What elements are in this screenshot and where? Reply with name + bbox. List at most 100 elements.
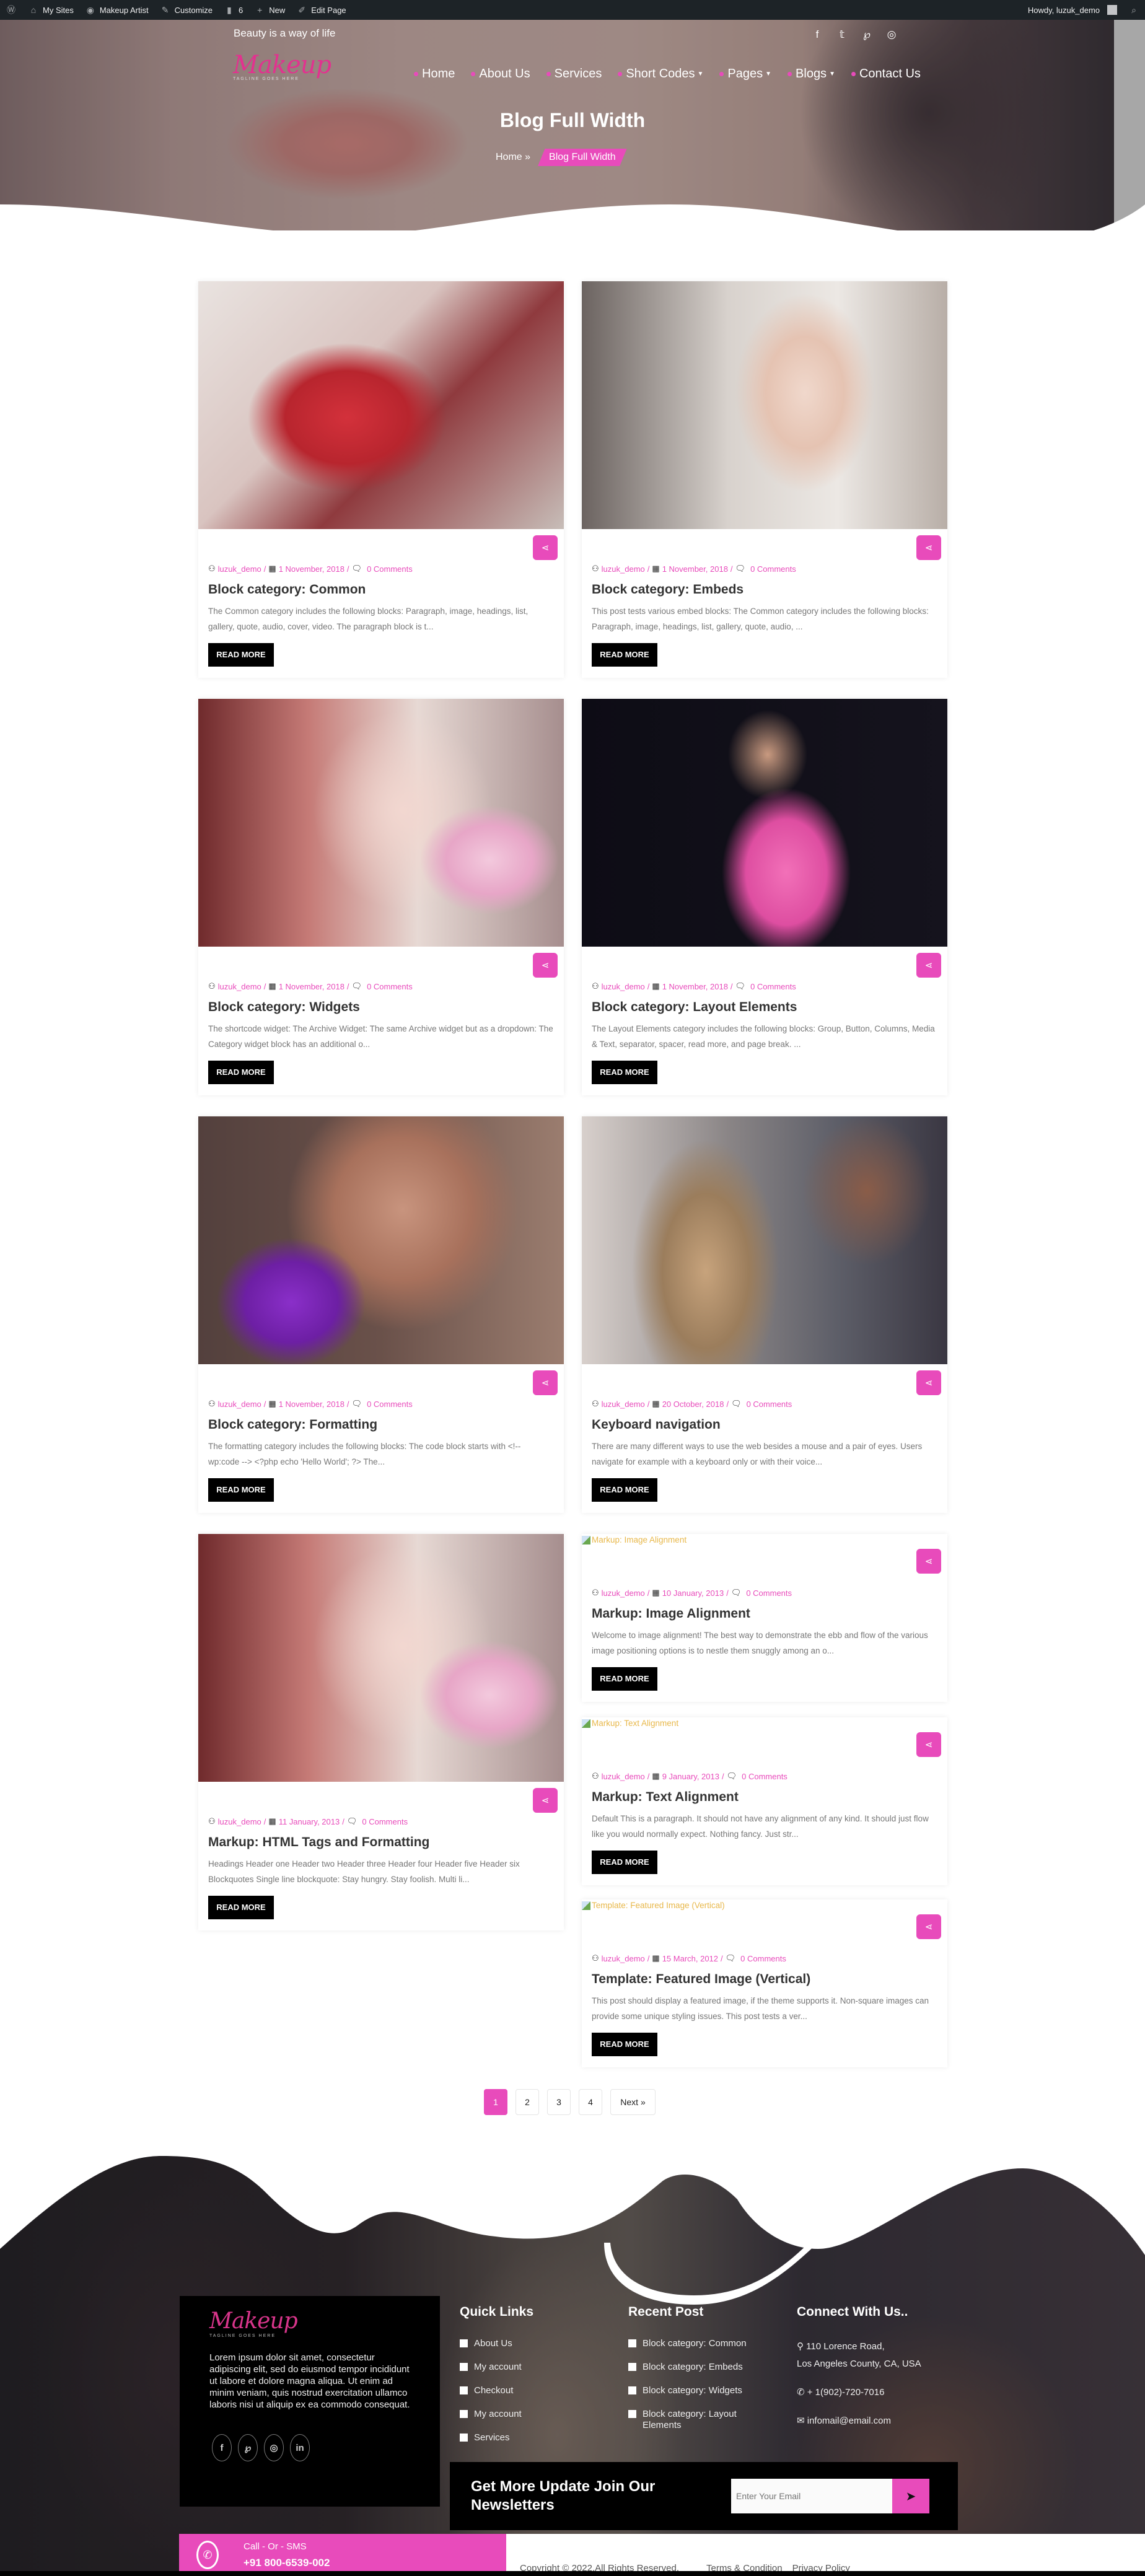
- post-comments[interactable]: 0 Comments: [750, 564, 796, 574]
- page-2[interactable]: 2: [515, 2089, 539, 2115]
- page-3[interactable]: 3: [547, 2089, 571, 2115]
- call-number[interactable]: +91 800-6539-002: [243, 2555, 330, 2571]
- post-comments[interactable]: 0 Comments: [367, 1400, 413, 1409]
- quick-link-about-us[interactable]: About Us: [460, 2338, 608, 2349]
- admin-wordpress-menu[interactable]: Ⓦ: [0, 0, 22, 20]
- post-thumbnail[interactable]: [198, 281, 564, 529]
- share-button[interactable]: ⋖: [916, 1914, 941, 1939]
- read-more-button[interactable]: READ MORE: [208, 1896, 274, 1919]
- quick-link-checkout[interactable]: Checkout: [460, 2385, 608, 2396]
- read-more-button[interactable]: READ MORE: [208, 1478, 274, 1502]
- recent-post-link[interactable]: Block category: Embeds: [628, 2362, 752, 2373]
- post-date[interactable]: 11 January, 2013: [279, 1817, 340, 1826]
- nav-short-codes[interactable]: Short Codes ▼: [618, 67, 703, 81]
- admin-customize[interactable]: ✎ Customize: [154, 0, 218, 20]
- nav-contact-us[interactable]: Contact Us: [851, 67, 921, 81]
- pinterest-icon[interactable]: ℘: [861, 28, 872, 41]
- post-author[interactable]: luzuk_demo: [602, 1588, 645, 1598]
- post-title[interactable]: Keyboard navigation: [592, 1417, 937, 1432]
- post-date[interactable]: 1 November, 2018: [279, 1400, 344, 1409]
- post-title[interactable]: Block category: Widgets: [208, 1000, 554, 1015]
- post-author[interactable]: luzuk_demo: [602, 1954, 645, 1963]
- post-date[interactable]: 1 November, 2018: [662, 982, 728, 991]
- post-thumbnail[interactable]: [582, 1116, 947, 1364]
- quick-link-services[interactable]: Services: [460, 2432, 608, 2443]
- breadcrumb-home[interactable]: Home »: [496, 152, 530, 163]
- post-title[interactable]: Template: Featured Image (Vertical): [592, 1972, 937, 1987]
- post-title[interactable]: Block category: Formatting: [208, 1417, 554, 1432]
- recent-post-link[interactable]: Block category: Widgets: [628, 2385, 752, 2396]
- read-more-button[interactable]: READ MORE: [592, 1851, 657, 1874]
- post-comments[interactable]: 0 Comments: [362, 1817, 408, 1826]
- instagram-icon[interactable]: ◎: [264, 2434, 284, 2461]
- post-author[interactable]: luzuk_demo: [218, 1817, 261, 1826]
- post-date[interactable]: 9 January, 2013: [662, 1772, 719, 1781]
- quick-link-my-account[interactable]: My account: [460, 2362, 608, 2373]
- post-comments[interactable]: 0 Comments: [742, 1772, 787, 1781]
- admin-comments[interactable]: ▮ 6: [218, 0, 248, 20]
- post-thumbnail[interactable]: [582, 699, 947, 947]
- share-button[interactable]: ⋖: [533, 1788, 558, 1813]
- nav-services[interactable]: Services: [546, 67, 602, 81]
- nav-blogs[interactable]: Blogs ▼: [787, 67, 835, 81]
- nav-home[interactable]: Home: [414, 67, 455, 81]
- next-page-button[interactable]: Next »: [610, 2089, 656, 2115]
- nav-pages[interactable]: Pages ▼: [719, 67, 771, 81]
- share-button[interactable]: ⋖: [533, 1370, 558, 1395]
- post-title[interactable]: Block category: Embeds: [592, 582, 937, 597]
- post-author[interactable]: luzuk_demo: [602, 564, 645, 574]
- share-button[interactable]: ⋖: [916, 1370, 941, 1395]
- newsletter-email-input[interactable]: [731, 2479, 892, 2513]
- post-comments[interactable]: 0 Comments: [750, 982, 796, 991]
- page-4[interactable]: 4: [579, 2089, 602, 2115]
- share-button[interactable]: ⋖: [533, 535, 558, 560]
- post-date[interactable]: 15 March, 2012: [662, 1954, 718, 1963]
- post-author[interactable]: luzuk_demo: [602, 1400, 645, 1409]
- footer-email[interactable]: ✉ infomail@email.com: [797, 2412, 958, 2430]
- post-date[interactable]: 20 October, 2018: [662, 1400, 724, 1409]
- nav-about-us[interactable]: About Us: [471, 67, 530, 81]
- post-date[interactable]: 1 November, 2018: [279, 982, 344, 991]
- post-author[interactable]: luzuk_demo: [218, 1400, 261, 1409]
- page-1[interactable]: 1: [484, 2089, 507, 2115]
- twitter-icon[interactable]: 𝕥: [836, 28, 848, 41]
- admin-my-sites[interactable]: ⌂ My Sites: [22, 0, 79, 20]
- post-date[interactable]: 10 January, 2013: [662, 1588, 724, 1598]
- post-thumbnail[interactable]: [198, 699, 564, 947]
- post-title[interactable]: Block category: Common: [208, 582, 554, 597]
- post-thumbnail-broken[interactable]: Template: Featured Image (Vertical): [582, 1899, 947, 1911]
- post-author[interactable]: luzuk_demo: [218, 564, 261, 574]
- post-comments[interactable]: 0 Comments: [367, 982, 413, 991]
- read-more-button[interactable]: READ MORE: [592, 2033, 657, 2056]
- admin-account[interactable]: Howdy, luzuk_demo: [1022, 0, 1123, 20]
- post-date[interactable]: 1 November, 2018: [662, 564, 728, 574]
- read-more-button[interactable]: READ MORE: [592, 1061, 657, 1084]
- post-thumbnail[interactable]: [198, 1116, 564, 1364]
- facebook-icon[interactable]: f: [812, 28, 823, 41]
- linkedin-icon[interactable]: in: [290, 2434, 310, 2461]
- post-date[interactable]: 1 November, 2018: [279, 564, 344, 574]
- post-title[interactable]: Markup: Image Alignment: [592, 1606, 937, 1621]
- read-more-button[interactable]: READ MORE: [592, 1478, 657, 1502]
- newsletter-submit-button[interactable]: ➤: [892, 2479, 929, 2513]
- post-thumbnail[interactable]: [582, 281, 947, 529]
- quick-link-my-account-2[interactable]: My account: [460, 2409, 608, 2420]
- post-author[interactable]: luzuk_demo: [602, 982, 645, 991]
- share-button[interactable]: ⋖: [916, 953, 941, 978]
- post-comments[interactable]: 0 Comments: [747, 1400, 792, 1409]
- pinterest-icon[interactable]: ℘: [238, 2434, 258, 2461]
- post-comments[interactable]: 0 Comments: [740, 1954, 786, 1963]
- admin-site-name[interactable]: ◉ Makeup Artist: [79, 0, 154, 20]
- admin-search[interactable]: ⌕: [1123, 0, 1145, 20]
- post-thumbnail-broken[interactable]: Markup: Image Alignment: [582, 1534, 947, 1546]
- recent-post-link[interactable]: Block category: Layout Elements: [628, 2409, 752, 2431]
- post-thumbnail[interactable]: [198, 1534, 564, 1782]
- share-button[interactable]: ⋖: [916, 1732, 941, 1757]
- footer-logo[interactable]: Makeup TAGLINE GOES HERE: [209, 2308, 410, 2338]
- post-thumbnail-broken[interactable]: Markup: Text Alignment: [582, 1717, 947, 1729]
- post-author[interactable]: luzuk_demo: [218, 982, 261, 991]
- footer-phone[interactable]: ✆ + 1(902)-720-7016: [797, 2384, 958, 2401]
- recent-post-link[interactable]: Block category: Common: [628, 2338, 752, 2349]
- read-more-button[interactable]: READ MORE: [208, 643, 274, 667]
- post-comments[interactable]: 0 Comments: [367, 564, 413, 574]
